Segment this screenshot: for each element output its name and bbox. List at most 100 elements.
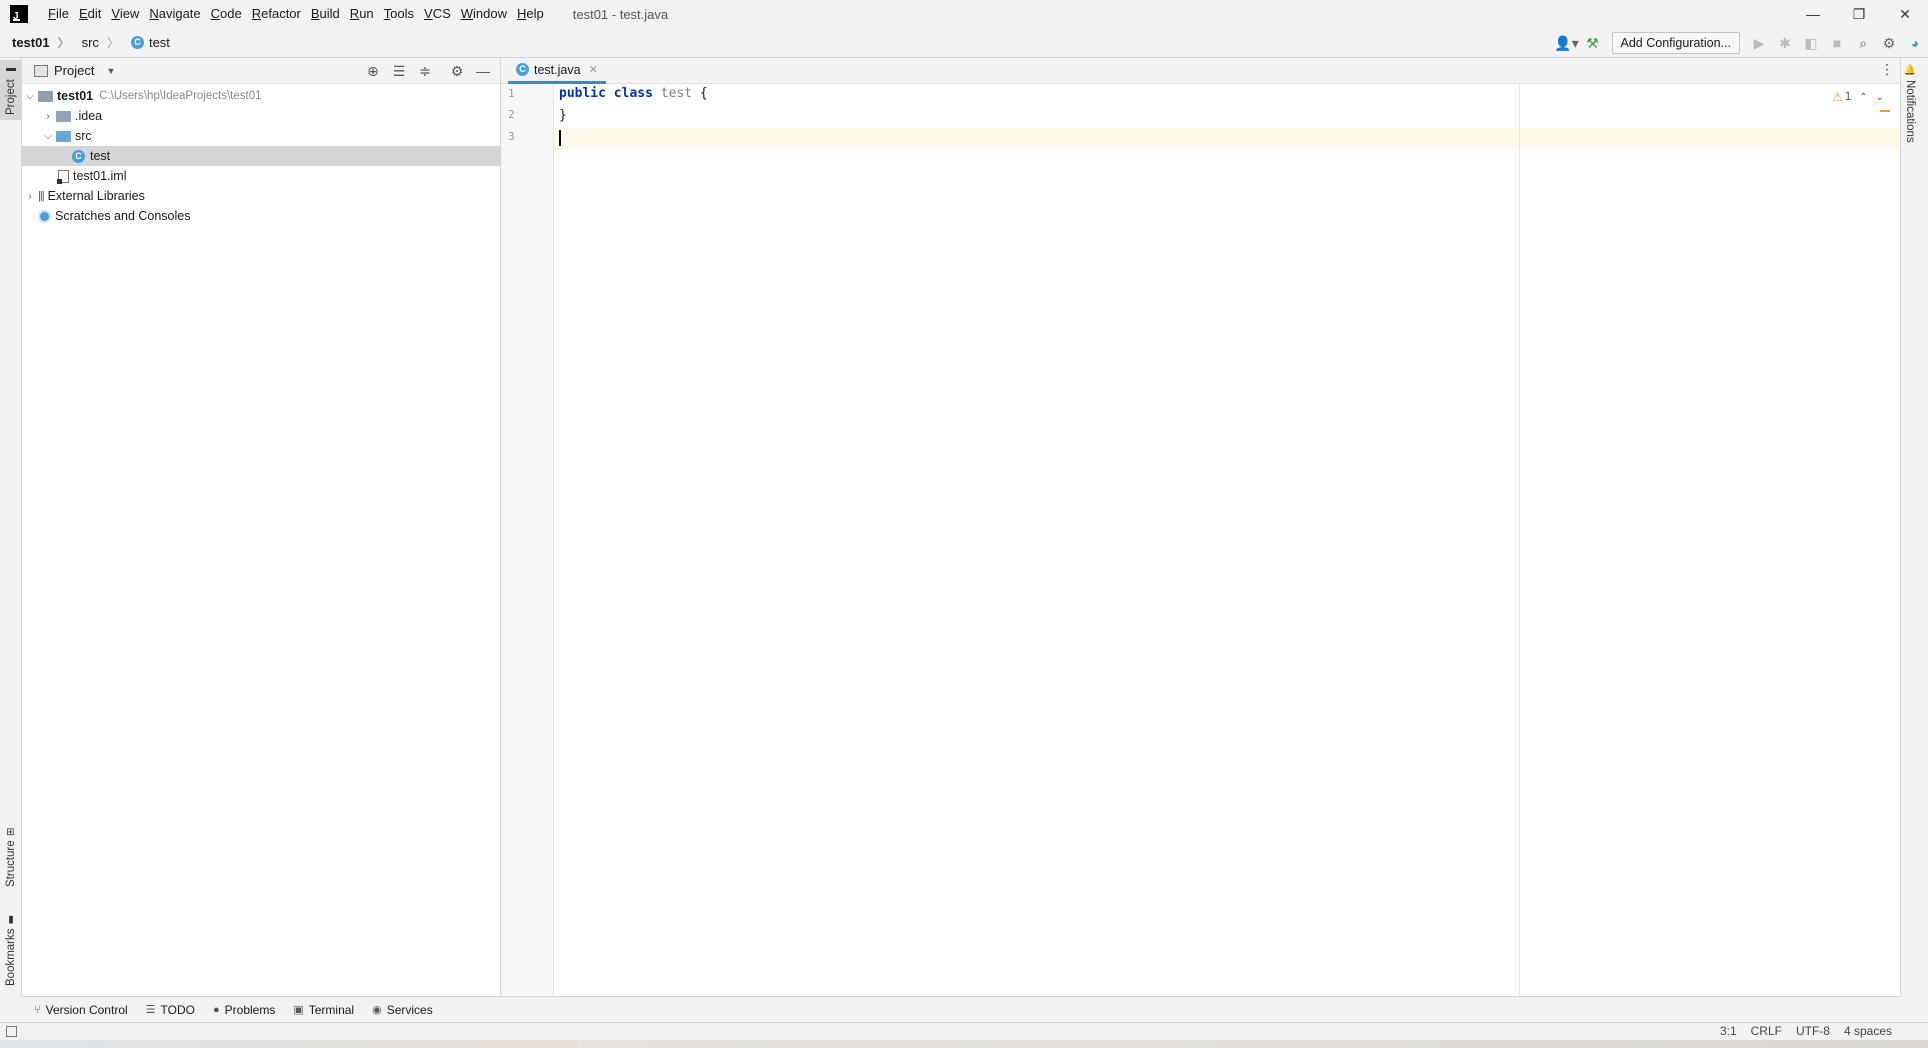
coverage-icon[interactable]: ◧ bbox=[1798, 31, 1824, 55]
debug-icon[interactable]: ✱ bbox=[1772, 31, 1798, 55]
code-line-2: } bbox=[559, 108, 567, 123]
tree-node-idea[interactable]: › .idea bbox=[22, 106, 500, 126]
notifications-tool-tab[interactable]: 🔔 Notifications bbox=[1904, 64, 1916, 143]
more-options-icon[interactable]: ⋮ bbox=[1880, 61, 1894, 78]
tab-test-java[interactable]: C test.java ✕ bbox=[508, 58, 606, 84]
tree-node-test-class[interactable]: C test bbox=[22, 146, 500, 166]
intellij-logo-icon: J bbox=[10, 5, 28, 23]
breadcrumb-separator-icon: 〉 bbox=[106, 36, 119, 50]
collapse-all-icon[interactable]: ≑ bbox=[412, 63, 438, 80]
editor-gutter: 1 2 3 bbox=[502, 84, 554, 996]
tab-label: Version Control bbox=[45, 1002, 128, 1017]
version-control-tab[interactable]: ⑂ Version Control bbox=[34, 1003, 128, 1017]
menu-window[interactable]: Window bbox=[456, 0, 512, 28]
menu-refactor[interactable]: Refactor bbox=[247, 0, 306, 28]
toggle-tool-windows-icon[interactable] bbox=[6, 1026, 17, 1037]
breadcrumb-separator-icon: 〉 bbox=[57, 36, 70, 50]
breadcrumb-class[interactable]: Ctest bbox=[130, 35, 170, 50]
project-tree: ⌵ test01 C:\Users\hp\IdeaProjects\test01… bbox=[22, 84, 500, 226]
indent-setting[interactable]: 4 spaces bbox=[1844, 1024, 1892, 1038]
caret-position[interactable]: 3:1 bbox=[1720, 1024, 1737, 1038]
close-tab-icon[interactable]: ✕ bbox=[589, 63, 598, 76]
file-encoding[interactable]: UTF-8 bbox=[1796, 1024, 1830, 1038]
menu-view[interactable]: View bbox=[106, 0, 144, 28]
scratches-icon bbox=[38, 209, 51, 223]
class-icon: C bbox=[130, 36, 144, 49]
bell-icon: 🔔 bbox=[1904, 64, 1916, 77]
project-panel-tools: ⊕ ☰ ≑ ⚙ — bbox=[360, 58, 496, 84]
warning-stripe-marker[interactable] bbox=[1880, 110, 1890, 112]
chevron-right-icon[interactable]: › bbox=[40, 111, 56, 122]
menu-edit[interactable]: Edit bbox=[74, 0, 106, 28]
tree-node-external-libraries[interactable]: › ||| External Libraries bbox=[22, 186, 500, 206]
stop-icon[interactable]: ■ bbox=[1824, 31, 1850, 55]
folder-icon: ▬ bbox=[5, 64, 17, 76]
build-hammer-icon[interactable]: ⚒ bbox=[1580, 31, 1606, 55]
breadcrumb-src[interactable]: src 〉 bbox=[82, 34, 119, 51]
toolbar-right: 👤▾ ⚒ Add Configuration... ▶ ✱ ◧ ■ ⌕ ⚙ ◕ bbox=[1554, 28, 1928, 58]
brace-token: { bbox=[699, 86, 708, 101]
chevron-down-icon[interactable]: ▼ bbox=[106, 66, 115, 76]
menu-file[interactable]: File bbox=[43, 0, 74, 28]
tree-node-label: test bbox=[90, 149, 111, 163]
project-view-selector[interactable]: Project bbox=[54, 63, 94, 78]
settings-gear-icon[interactable]: ⚙ bbox=[1876, 31, 1902, 55]
restore-button[interactable]: ❐ bbox=[1836, 0, 1882, 28]
chevron-right-icon[interactable]: › bbox=[22, 191, 38, 202]
tree-node-scratches[interactable]: Scratches and Consoles bbox=[22, 206, 500, 226]
line-separator[interactable]: CRLF bbox=[1751, 1024, 1782, 1038]
menu-code[interactable]: Code bbox=[206, 0, 247, 28]
jetbrains-toolbox-icon[interactable]: ◕ bbox=[1902, 31, 1928, 55]
hide-panel-icon[interactable]: — bbox=[470, 63, 496, 79]
line-number: 2 bbox=[508, 108, 515, 121]
run-icon[interactable]: ▶ bbox=[1746, 31, 1772, 55]
chevron-down-icon[interactable]: ⌵ bbox=[40, 131, 56, 142]
left-tool-strip: Project ▬ Structure ⊞ Bookmarks ▮ bbox=[0, 58, 22, 996]
user-icon[interactable]: 👤▾ bbox=[1554, 31, 1580, 55]
next-highlight-icon[interactable]: ⌄ bbox=[1876, 92, 1884, 103]
options-gear-icon[interactable]: ⚙ bbox=[444, 63, 470, 80]
window-title: test01 - test.java bbox=[572, 6, 669, 22]
inspection-widget[interactable]: ⚠ 1 ⌃ ⌄ bbox=[1832, 90, 1884, 104]
menu-navigate[interactable]: Navigate bbox=[144, 0, 205, 28]
tree-node-label: Scratches and Consoles bbox=[55, 209, 191, 223]
warning-count: 1 bbox=[1844, 91, 1852, 103]
menu-help[interactable]: Help bbox=[512, 0, 549, 28]
library-icon: ||| bbox=[38, 190, 45, 202]
menu-build[interactable]: Build bbox=[306, 0, 345, 28]
terminal-tab[interactable]: ▣ Terminal bbox=[293, 1003, 354, 1017]
tree-node-iml[interactable]: test01.iml bbox=[22, 166, 500, 186]
services-tab[interactable]: ◉ Services bbox=[372, 1003, 433, 1017]
bookmarks-tool-tab[interactable]: Bookmarks ▮ bbox=[0, 910, 22, 990]
breadcrumb-project[interactable]: test01 〉 bbox=[12, 34, 70, 51]
tab-label: Project bbox=[5, 79, 17, 116]
class-icon: C bbox=[72, 149, 85, 163]
locate-icon[interactable]: ⊕ bbox=[360, 63, 386, 80]
tree-node-src[interactable]: ⌵ src bbox=[22, 126, 500, 146]
module-file-icon bbox=[57, 169, 69, 184]
todo-tab[interactable]: ☰ TODO bbox=[146, 1003, 195, 1017]
minimize-button[interactable]: — bbox=[1790, 0, 1836, 28]
close-button[interactable]: ✕ bbox=[1882, 0, 1928, 28]
right-tool-strip: 🔔 Notifications bbox=[1900, 58, 1928, 996]
structure-tool-tab[interactable]: Structure ⊞ bbox=[0, 822, 22, 892]
previous-highlight-icon[interactable]: ⌃ bbox=[1859, 92, 1867, 103]
chevron-down-icon[interactable]: ⌵ bbox=[22, 91, 38, 102]
tree-node-label: test01 bbox=[57, 89, 94, 103]
window-controls: — ❐ ✕ bbox=[1790, 0, 1928, 28]
taskbar-edge bbox=[0, 1040, 1928, 1048]
problems-tab[interactable]: ● Problems bbox=[213, 1003, 275, 1017]
source-folder-icon bbox=[56, 130, 71, 142]
editor-tab-bar: C test.java ✕ ⋮ bbox=[502, 58, 1900, 84]
menu-tools[interactable]: Tools bbox=[379, 0, 419, 28]
tree-node-test01[interactable]: ⌵ test01 C:\Users\hp\IdeaProjects\test01 bbox=[22, 86, 500, 106]
menu-run[interactable]: Run bbox=[345, 0, 379, 28]
structure-icon: ⊞ bbox=[5, 827, 17, 836]
search-icon[interactable]: ⌕ bbox=[1850, 31, 1876, 55]
tab-label: Notifications bbox=[1904, 80, 1916, 143]
menu-vcs[interactable]: VCS bbox=[419, 0, 456, 28]
code-editor[interactable]: public class test { } ⚠ 1 ⌃ ⌄ bbox=[554, 84, 1900, 996]
expand-all-icon[interactable]: ☰ bbox=[386, 63, 412, 80]
add-configuration-button[interactable]: Add Configuration... bbox=[1611, 32, 1740, 54]
project-tool-tab[interactable]: Project ▬ bbox=[0, 60, 22, 120]
